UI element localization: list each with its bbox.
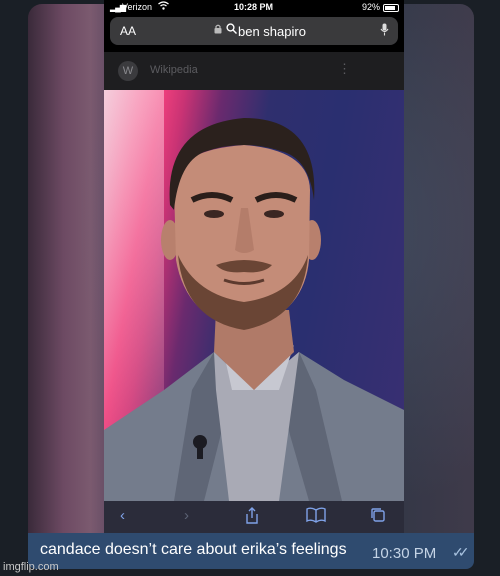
- wikipedia-header: W Wikipedia ⋮: [104, 52, 404, 90]
- lock-icon: [214, 24, 222, 37]
- carrier-label: Verizon: [122, 2, 153, 12]
- microphone-icon[interactable]: [380, 23, 389, 39]
- more-options-icon[interactable]: ⋮: [338, 61, 351, 77]
- battery-label: 92%: [362, 2, 381, 12]
- text-size-button[interactable]: AA: [120, 24, 136, 38]
- caption-text: candace doesn’t care about erika’s feeli…: [40, 541, 347, 558]
- wikipedia-logo-icon: W: [118, 61, 138, 81]
- share-icon[interactable]: [244, 507, 260, 529]
- message-time: 10:30 PM: [372, 545, 437, 562]
- chevron-right-icon[interactable]: ›: [184, 507, 189, 524]
- wifi-icon: [158, 1, 169, 12]
- portrait-illustration: [104, 118, 404, 501]
- message-caption: candace doesn’t care about erika’s feeli…: [28, 533, 474, 569]
- double-check-icon: ✓✓: [452, 544, 470, 560]
- book-icon[interactable]: [306, 507, 326, 527]
- battery-icon: [383, 4, 399, 12]
- status-time: 10:28 PM: [234, 2, 274, 12]
- search-icon: [226, 23, 237, 37]
- address-bar[interactable]: AA ben shapiro: [110, 17, 398, 45]
- wikipedia-title: Wikipedia: [150, 64, 198, 76]
- chevron-left-icon[interactable]: ‹: [120, 507, 125, 524]
- watermark-label: imgflip.com: [3, 561, 59, 573]
- tabs-icon[interactable]: [370, 507, 386, 527]
- status-bar: ▂▄▆ Verizon 10:28 PM 92%: [104, 0, 404, 14]
- browser-toolbar: ‹ ›: [104, 501, 404, 533]
- search-query[interactable]: ben shapiro: [238, 24, 306, 39]
- phone-screenshot[interactable]: ▂▄▆ Verizon 10:28 PM 92% AA ben shapiro …: [104, 0, 404, 533]
- photo-man-in-suit: [104, 90, 404, 501]
